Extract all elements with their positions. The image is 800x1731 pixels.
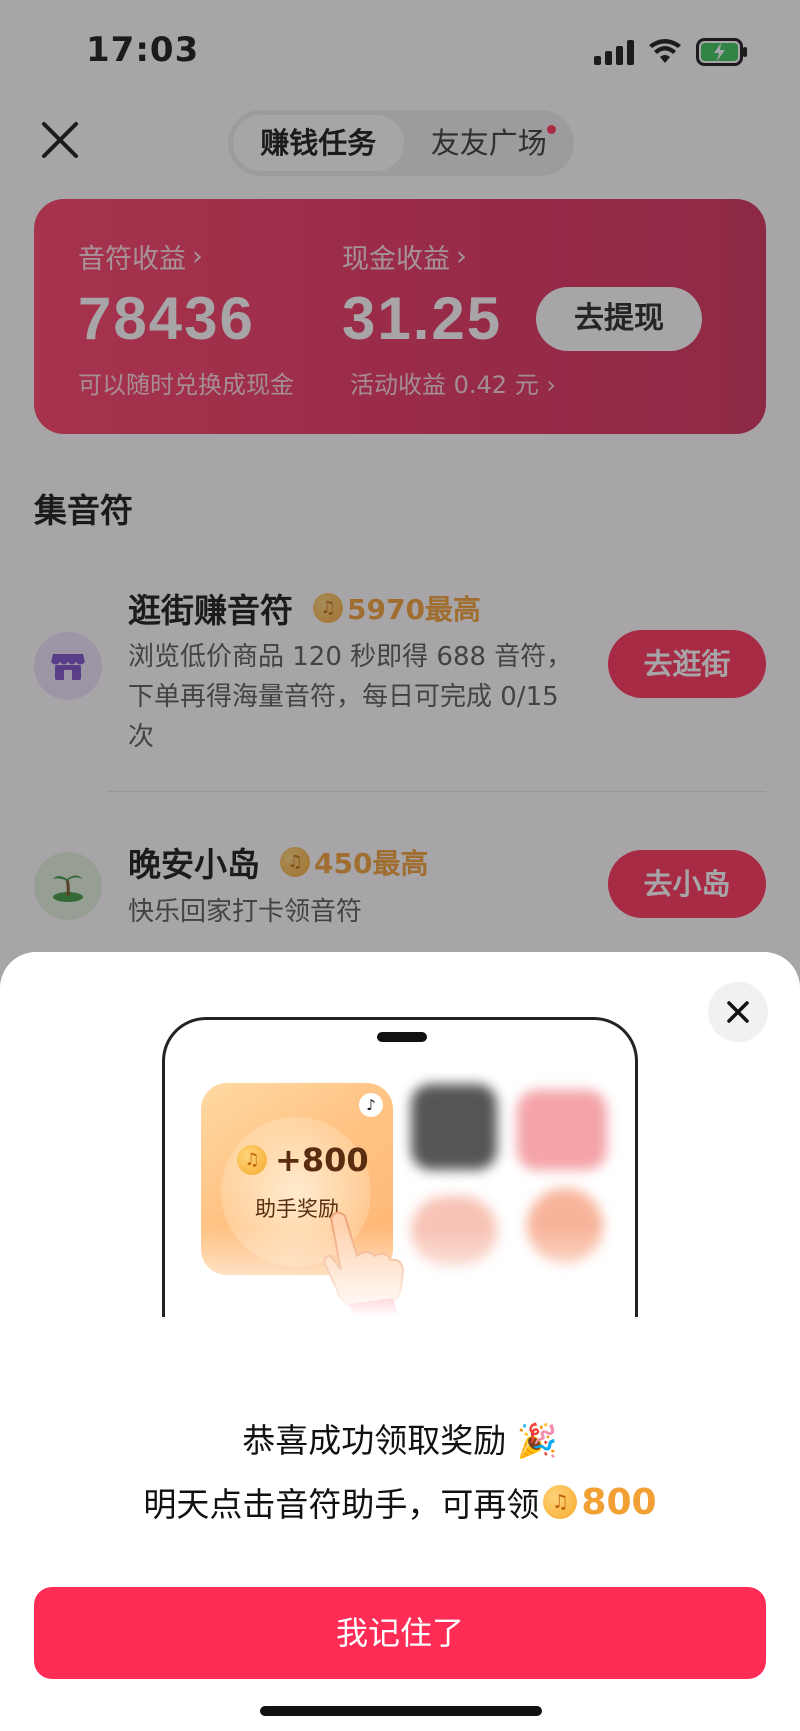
close-icon <box>727 1001 749 1023</box>
phone-illustration: ♪ ♫ +800 助手奖励 <box>162 1017 638 1317</box>
app-root: 17:03 赚钱任务 友友广场 音符收益 › 78436 可以随时兑换成现金 现… <box>0 0 800 1731</box>
music-note-coin-icon: ♫ <box>237 1145 267 1175</box>
blurred-app-icon <box>517 1090 607 1170</box>
reward-bottom-sheet: ♪ ♫ +800 助手奖励 恭喜成功领取奖励 🎉 明天点击音符助手，可再领 ♫ … <box>0 952 800 1731</box>
congrats-text: 恭喜成功领取奖励 🎉 <box>242 1421 558 1460</box>
widget-amount-row: ♫ +800 <box>237 1141 369 1179</box>
blurred-app-icon <box>411 1084 497 1170</box>
got-it-button[interactable]: 我记住了 <box>34 1587 766 1679</box>
home-indicator <box>260 1706 542 1716</box>
sheet-close-button[interactable] <box>708 982 768 1042</box>
next-reward-text: 明天点击音符助手，可再领 <box>143 1485 540 1524</box>
douyin-logo-icon: ♪ <box>359 1093 383 1117</box>
widget-amount: +800 <box>275 1141 369 1179</box>
phone-notch <box>377 1032 427 1042</box>
music-note-coin-icon: ♫ <box>543 1485 578 1519</box>
next-reward-line: 明天点击音符助手，可再领 ♫ 800 <box>0 1478 800 1526</box>
next-reward-amount: 800 <box>581 1481 657 1523</box>
